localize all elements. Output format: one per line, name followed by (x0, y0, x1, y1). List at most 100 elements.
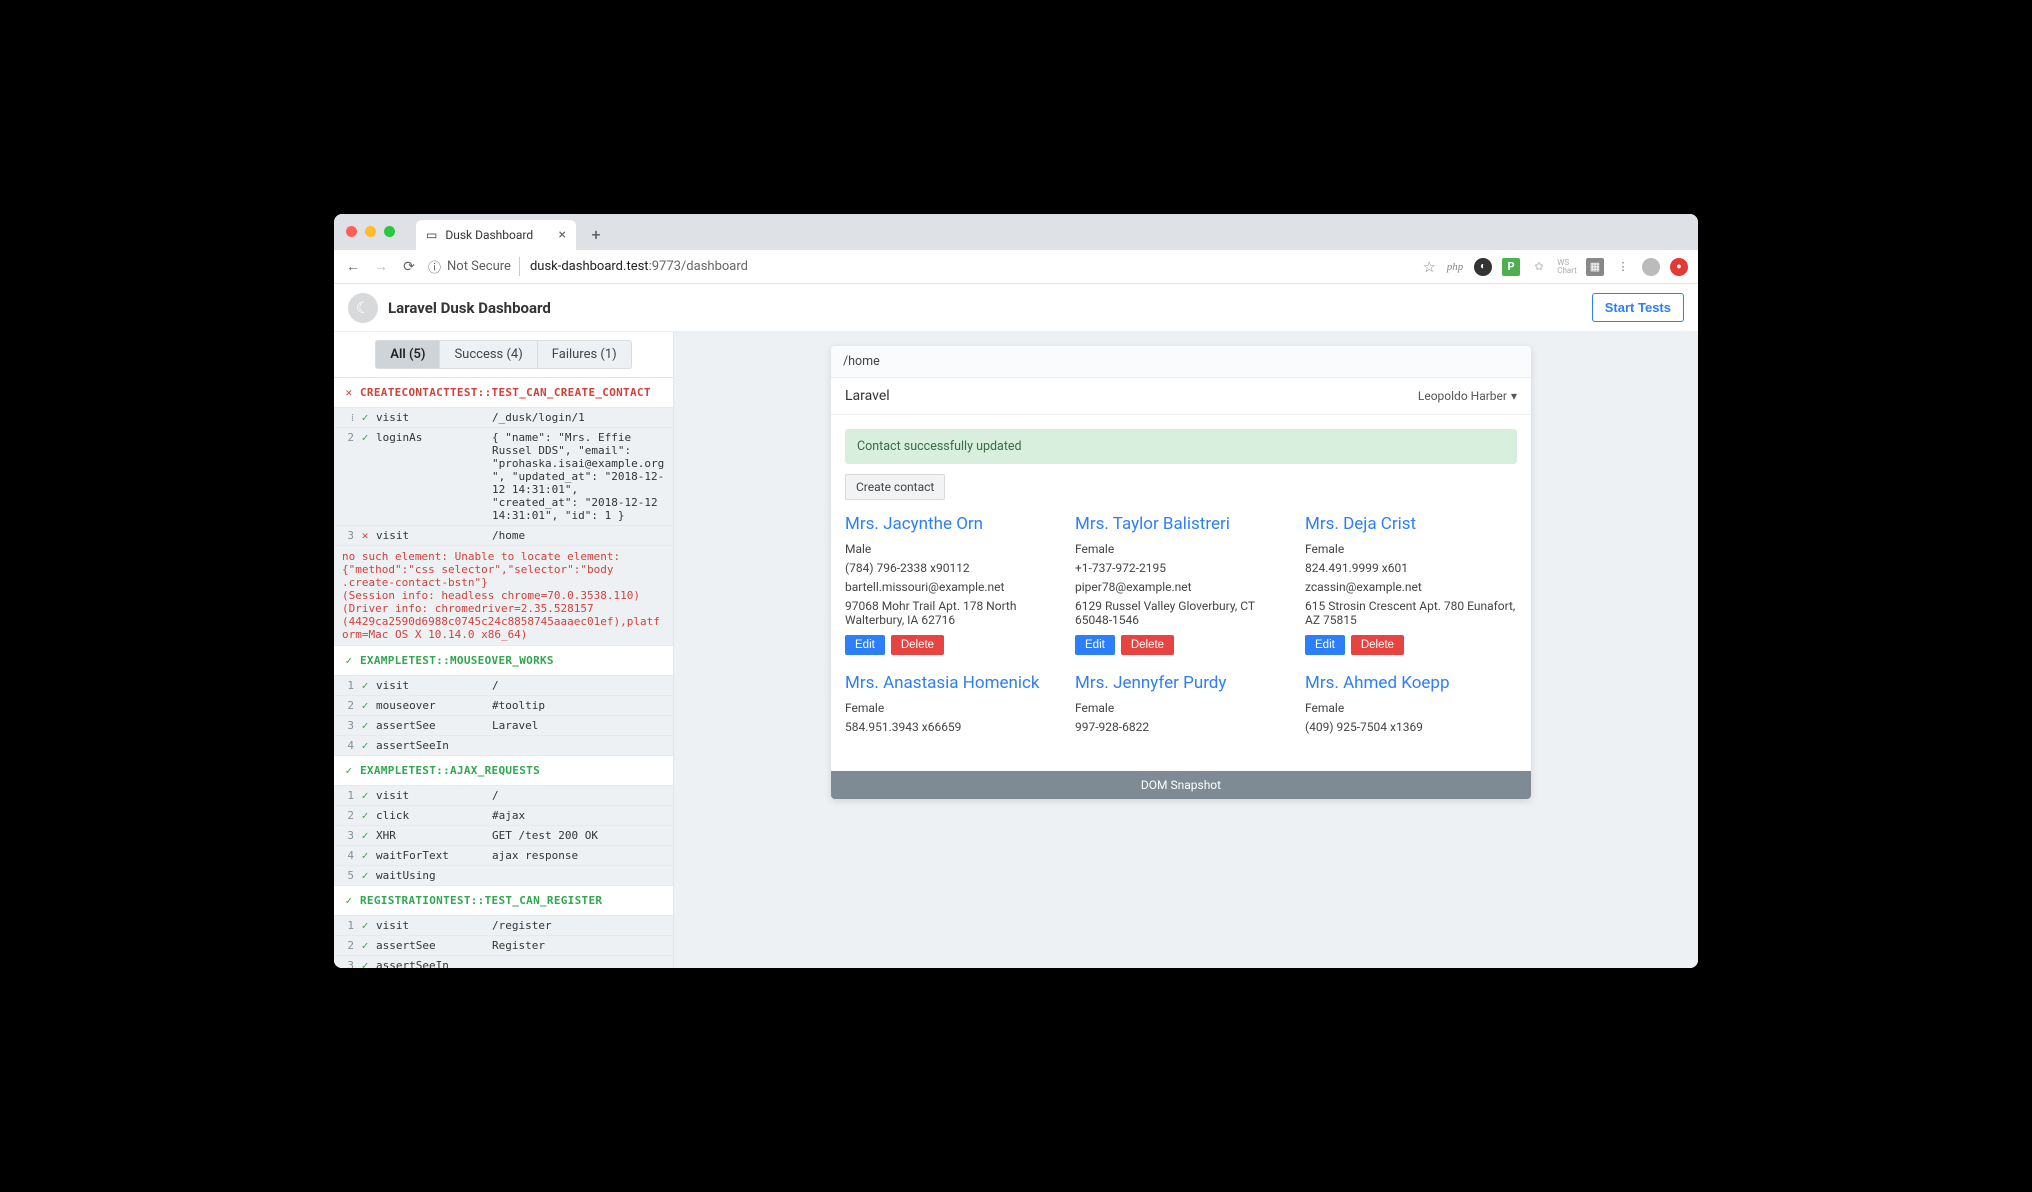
extension-icon[interactable]: WSChart (1558, 258, 1576, 276)
edit-button[interactable]: Edit (1305, 635, 1345, 655)
page: ☾ Laravel Dusk Dashboard Start Tests All… (334, 284, 1698, 968)
contact-card: Mrs. Ahmed KoeppFemale(409) 925-7504 x13… (1305, 673, 1517, 739)
security-indicator[interactable]: ⓘ Not Secure (428, 257, 520, 276)
address-bar: ← → ⟳ ⓘ Not Secure dusk-dashboard.test:9… (334, 250, 1698, 284)
reload-icon[interactable]: ⟳ (400, 259, 418, 275)
delete-button[interactable]: Delete (1351, 635, 1404, 655)
test-step[interactable]: 3✓XHRGET /test 200 OK (334, 825, 673, 845)
success-alert: Contact successfully updated (845, 429, 1517, 464)
step-argument: / (492, 679, 665, 692)
pass-icon: ✓ (360, 959, 370, 968)
contact-name[interactable]: Mrs. Jennyfer Purdy (1075, 673, 1287, 693)
contact-name[interactable]: Mrs. Deja Crist (1305, 514, 1517, 534)
app-title: Laravel Dusk Dashboard (388, 299, 551, 317)
step-number: 4 (342, 849, 354, 862)
close-tab-icon[interactable]: × (559, 227, 566, 243)
edit-button[interactable]: Edit (1075, 635, 1115, 655)
filter-success[interactable]: Success (4) (440, 340, 537, 369)
start-tests-button[interactable]: Start Tests (1592, 293, 1684, 322)
pass-icon: ✓ (360, 789, 370, 802)
extension-icon[interactable]: ▦ (1586, 258, 1604, 276)
step-number: 3 (342, 719, 354, 732)
edit-button[interactable]: Edit (845, 635, 885, 655)
delete-button[interactable]: Delete (1121, 635, 1174, 655)
delete-button[interactable]: Delete (891, 635, 944, 655)
test-step[interactable]: 2✓assertSeeRegister (334, 935, 673, 955)
test-step[interactable]: 3✓assertSeeIn (334, 955, 673, 968)
contact-address: 615 Strosin Crescent Apt. 780 Eunafort, … (1305, 599, 1517, 627)
contact-actions: Edit Delete (1305, 635, 1517, 655)
profile-avatar-icon[interactable] (1642, 258, 1660, 276)
test-group-header[interactable]: ✓REGISTRATIONTEST::TEST_CAN_REGISTER (334, 886, 673, 915)
step-action: assertSee (376, 719, 486, 732)
contact-gender: Female (1305, 542, 1517, 556)
fail-icon: ✕ (344, 386, 354, 399)
php-extension-icon[interactable]: php (1446, 258, 1464, 276)
back-icon[interactable]: ← (344, 258, 362, 275)
filter-failures[interactable]: Failures (1) (538, 340, 632, 369)
contact-cards: Mrs. Jacynthe Orn Male (784) 796-2338 x901… (831, 514, 1531, 771)
bookmark-icon[interactable]: ☆ (1423, 258, 1436, 276)
preview-navbar: Laravel Leopoldo Harber ▾ (831, 378, 1531, 415)
step-argument: Register (492, 939, 665, 952)
browser-tab[interactable]: ▭ Dusk Dashboard × (416, 220, 576, 250)
test-step[interactable]: ⁞✓visit/_dusk/login/1 (334, 407, 673, 427)
filter-all[interactable]: All (5) (375, 340, 440, 369)
create-contact-button[interactable]: Create contact (845, 474, 945, 500)
contact-name[interactable]: Mrs. Jacynthe Orn (845, 514, 1057, 534)
test-list[interactable]: ✕CREATECONTACTTEST::TEST_CAN_CREATE_CONT… (334, 378, 673, 968)
test-group-header[interactable]: ✓EXAMPLETEST::MOUSEOVER_WORKS (334, 646, 673, 675)
browser-window: ▭ Dusk Dashboard × + ← → ⟳ ⓘ Not Secure … (334, 214, 1698, 968)
extension-icon[interactable]: ⋮ (1614, 258, 1632, 276)
preview-user-menu[interactable]: Leopoldo Harber ▾ (1418, 389, 1517, 403)
contact-name[interactable]: Mrs. Taylor Balistreri (1075, 514, 1287, 534)
dom-snapshot-button[interactable]: DOM Snapshot (831, 771, 1531, 799)
test-step[interactable]: 4✓assertSeeIn (334, 735, 673, 755)
test-sidebar: All (5) Success (4) Failures (1) ✕CREATE… (334, 332, 674, 968)
extension-icon[interactable]: P (1502, 258, 1520, 276)
test-step[interactable]: 1✓visit/register (334, 915, 673, 935)
extension-icon[interactable]: ✿ (1530, 258, 1548, 276)
contact-name[interactable]: Mrs. Anastasia Homenick (845, 673, 1057, 693)
test-step[interactable]: 2✓loginAs{ "name": "Mrs. Effie Russel DD… (334, 427, 673, 525)
step-action: visit (376, 789, 486, 802)
test-group-header[interactable]: ✓ EXAMPLETEST::AJAX_REQUESTS (334, 756, 673, 785)
contact-card: Mrs. Jacynthe Orn Male (784) 796-2338 x901… (845, 514, 1057, 655)
step-action: visit (376, 529, 486, 542)
pass-icon: ✓ (360, 869, 370, 882)
extension-icon[interactable]: ◐ (1474, 258, 1492, 276)
contact-gender: Female (1075, 701, 1287, 715)
url-display[interactable]: dusk-dashboard.test:9773/dashboard (530, 259, 1413, 274)
step-action: loginAs (376, 431, 486, 444)
pass-icon: ✓ (360, 919, 370, 932)
preview-brand[interactable]: Laravel (845, 388, 890, 404)
extension-icon[interactable]: ● (1670, 258, 1688, 276)
maximize-window-icon[interactable] (384, 226, 395, 237)
pass-icon: ✓ (344, 764, 354, 777)
forward-icon[interactable]: → (372, 258, 390, 275)
test-step[interactable]: 4✓waitForTextajax response (334, 845, 673, 865)
preview-url: /home (831, 346, 1531, 378)
test-step[interactable]: 5✓waitUsing (334, 865, 673, 885)
contact-gender: Male (845, 542, 1057, 556)
test-step[interactable]: 1✓visit/ (334, 675, 673, 695)
close-window-icon[interactable] (346, 226, 357, 237)
test-group-header[interactable]: ✕CREATECONTACTTEST::TEST_CAN_CREATE_CONT… (334, 378, 673, 407)
contact-phone: (784) 796-2338 x90112 (845, 561, 1057, 575)
test-step[interactable]: 2✓mouseover#tooltip (334, 695, 673, 715)
test-step[interactable]: 2✓click#ajax (334, 805, 673, 825)
contact-name[interactable]: Mrs. Ahmed Koepp (1305, 673, 1517, 693)
app-header: ☾ Laravel Dusk Dashboard Start Tests (334, 284, 1698, 332)
step-action: click (376, 809, 486, 822)
test-step[interactable]: 3✕visit/home (334, 525, 673, 545)
pass-icon: ✓ (360, 699, 370, 712)
contact-actions: Edit Delete (845, 635, 1057, 655)
test-step[interactable]: 3✓assertSeeLaravel (334, 715, 673, 735)
test-step[interactable]: 1✓visit/ (334, 785, 673, 805)
contact-phone: (409) 925-7504 x1369 (1305, 720, 1517, 734)
minimize-window-icon[interactable] (365, 226, 376, 237)
test-name: EXAMPLETEST::AJAX_REQUESTS (360, 764, 540, 777)
step-action: waitUsing (376, 869, 486, 882)
new-tab-button[interactable]: + (582, 220, 610, 248)
pass-icon: ✓ (360, 829, 370, 842)
